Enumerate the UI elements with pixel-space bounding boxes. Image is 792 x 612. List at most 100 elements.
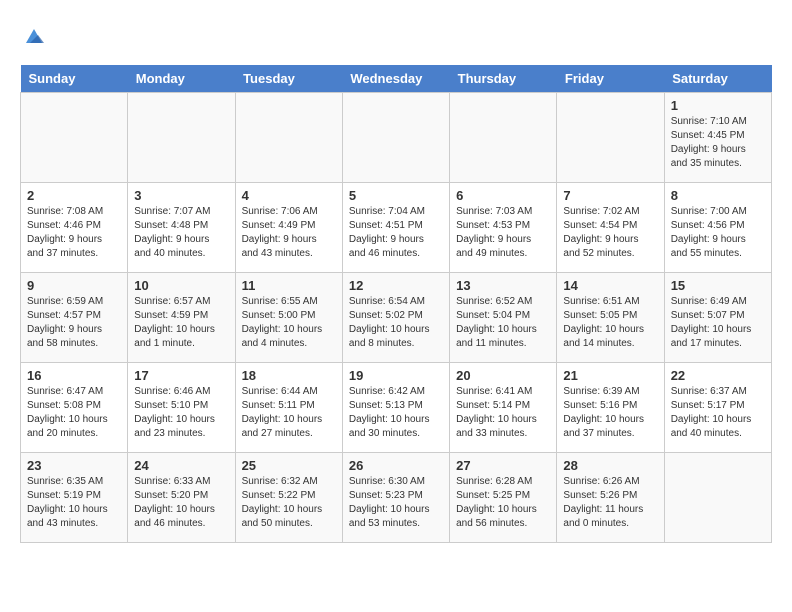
calendar-week-5: 23 Sunrise: 6:35 AMSunset: 5:19 PMDayligh… (21, 453, 772, 543)
day-number: 2 (27, 188, 121, 203)
day-number: 9 (27, 278, 121, 293)
day-info: Sunrise: 6:44 AMSunset: 5:11 PMDaylight:… (242, 385, 336, 441)
day-info: Sunrise: 6:51 AMSunset: 5:05 PMDaylight:… (563, 295, 657, 351)
day-number: 3 (134, 188, 228, 203)
calendar-cell: 14Sunrise: 6:51 AMSunset: 5:05 PMDayligh… (557, 273, 664, 363)
calendar-header: SundayMondayTuesdayWednesdayThursdayFrid… (21, 65, 772, 93)
day-number: 25 (242, 458, 336, 473)
calendar-cell: 6 Sunrise: 7:03 AMSunset: 4:53 PMDaylight… (450, 183, 557, 273)
weekday-friday: Friday (557, 65, 664, 93)
day-number: 21 (563, 368, 657, 383)
calendar-cell: 20 Sunrise: 6:41 AMSunset: 5:14 PMDayligh… (450, 363, 557, 453)
day-number: 12 (349, 278, 443, 293)
calendar-cell: 4Sunrise: 7:06 AMSunset: 4:49 PMDaylight… (235, 183, 342, 273)
day-info: Sunrise: 6:37 AMSunset: 5:17 PMDaylight:… (671, 385, 765, 441)
day-number: 5 (349, 188, 443, 203)
calendar-cell (128, 93, 235, 183)
day-info: Sunrise: 7:04 AMSunset: 4:51 PMDaylight:… (349, 205, 443, 261)
day-info: Sunrise: 7:02 AMSunset: 4:54 PMDaylight:… (563, 205, 657, 261)
weekday-header-row: SundayMondayTuesdayWednesdayThursdayFrid… (21, 65, 772, 93)
calendar-cell: 12 Sunrise: 6:54 AMSunset: 5:02 PMDayligh… (342, 273, 449, 363)
day-info: Sunrise: 6:52 AMSunset: 5:04 PMDaylight:… (456, 295, 550, 351)
calendar-cell: 15Sunrise: 6:49 AMSunset: 5:07 PMDayligh… (664, 273, 771, 363)
day-number: 19 (349, 368, 443, 383)
calendar-cell: 24Sunrise: 6:33 AMSunset: 5:20 PMDayligh… (128, 453, 235, 543)
day-info: Sunrise: 6:41 AMSunset: 5:14 PMDaylight:… (456, 385, 550, 441)
calendar-week-4: 16 Sunrise: 6:47 AMSunset: 5:08 PMDayligh… (21, 363, 772, 453)
day-number: 13 (456, 278, 550, 293)
day-info: Sunrise: 7:07 AMSunset: 4:48 PMDaylight:… (134, 205, 228, 261)
calendar-cell: 27Sunrise: 6:28 AMSunset: 5:25 PMDayligh… (450, 453, 557, 543)
day-number: 24 (134, 458, 228, 473)
day-info: Sunrise: 6:59 AMSunset: 4:57 PMDaylight:… (27, 295, 121, 351)
day-number: 20 (456, 368, 550, 383)
day-number: 11 (242, 278, 336, 293)
calendar-cell (450, 93, 557, 183)
calendar-cell: 1Sunrise: 7:10 AMSunset: 4:45 PMDaylight… (664, 93, 771, 183)
calendar-cell: 21 Sunrise: 6:39 AMSunset: 5:16 PMDayligh… (557, 363, 664, 453)
day-info: Sunrise: 6:26 AMSunset: 5:26 PMDaylight:… (563, 475, 657, 531)
calendar-week-2: 2Sunrise: 7:08 AMSunset: 4:46 PMDaylight… (21, 183, 772, 273)
calendar-body: 1Sunrise: 7:10 AMSunset: 4:45 PMDaylight… (21, 93, 772, 543)
day-info: Sunrise: 6:55 AMSunset: 5:00 PMDaylight:… (242, 295, 336, 351)
day-number: 16 (27, 368, 121, 383)
calendar-cell: 26 Sunrise: 6:30 AMSunset: 5:23 PMDayligh… (342, 453, 449, 543)
weekday-wednesday: Wednesday (342, 65, 449, 93)
weekday-monday: Monday (128, 65, 235, 93)
weekday-sunday: Sunday (21, 65, 128, 93)
day-number: 1 (671, 98, 765, 113)
day-info: Sunrise: 6:30 AMSunset: 5:23 PMDaylight:… (349, 475, 443, 531)
calendar-cell: 11 Sunrise: 6:55 AMSunset: 5:00 PMDayligh… (235, 273, 342, 363)
day-info: Sunrise: 6:32 AMSunset: 5:22 PMDaylight:… (242, 475, 336, 531)
weekday-tuesday: Tuesday (235, 65, 342, 93)
logo (20, 25, 46, 55)
day-number: 18 (242, 368, 336, 383)
calendar-cell (664, 453, 771, 543)
day-info: Sunrise: 6:39 AMSunset: 5:16 PMDaylight:… (563, 385, 657, 441)
day-number: 8 (671, 188, 765, 203)
calendar-cell: 23 Sunrise: 6:35 AMSunset: 5:19 PMDayligh… (21, 453, 128, 543)
day-number: 23 (27, 458, 121, 473)
calendar-cell: 16 Sunrise: 6:47 AMSunset: 5:08 PMDayligh… (21, 363, 128, 453)
day-info: Sunrise: 6:42 AMSunset: 5:13 PMDaylight:… (349, 385, 443, 441)
day-number: 4 (242, 188, 336, 203)
day-info: Sunrise: 6:46 AMSunset: 5:10 PMDaylight:… (134, 385, 228, 441)
calendar-cell: 3 Sunrise: 7:07 AMSunset: 4:48 PMDaylight… (128, 183, 235, 273)
calendar-cell: 22 Sunrise: 6:37 AMSunset: 5:17 PMDayligh… (664, 363, 771, 453)
page-header (20, 20, 772, 55)
calendar-cell: 5 Sunrise: 7:04 AMSunset: 4:51 PMDaylight… (342, 183, 449, 273)
day-info: Sunrise: 6:54 AMSunset: 5:02 PMDaylight:… (349, 295, 443, 351)
calendar-cell: 7 Sunrise: 7:02 AMSunset: 4:54 PMDaylight… (557, 183, 664, 273)
calendar-cell: 28 Sunrise: 6:26 AMSunset: 5:26 PMDayligh… (557, 453, 664, 543)
day-info: Sunrise: 6:35 AMSunset: 5:19 PMDaylight:… (27, 475, 121, 531)
day-number: 27 (456, 458, 550, 473)
calendar-cell: 19 Sunrise: 6:42 AMSunset: 5:13 PMDayligh… (342, 363, 449, 453)
calendar-table: SundayMondayTuesdayWednesdayThursdayFrid… (20, 65, 772, 543)
day-number: 7 (563, 188, 657, 203)
day-number: 28 (563, 458, 657, 473)
weekday-saturday: Saturday (664, 65, 771, 93)
calendar-cell: 9 Sunrise: 6:59 AMSunset: 4:57 PMDaylight… (21, 273, 128, 363)
calendar-cell: 8 Sunrise: 7:00 AMSunset: 4:56 PMDaylight… (664, 183, 771, 273)
day-number: 6 (456, 188, 550, 203)
calendar-cell: 18 Sunrise: 6:44 AMSunset: 5:11 PMDayligh… (235, 363, 342, 453)
calendar-cell (235, 93, 342, 183)
day-info: Sunrise: 6:57 AMSunset: 4:59 PMDaylight:… (134, 295, 228, 351)
logo-icon (22, 25, 46, 49)
day-info: Sunrise: 7:03 AMSunset: 4:53 PMDaylight:… (456, 205, 550, 261)
day-number: 10 (134, 278, 228, 293)
day-info: Sunrise: 6:49 AMSunset: 5:07 PMDaylight:… (671, 295, 765, 351)
calendar-cell: 17 Sunrise: 6:46 AMSunset: 5:10 PMDayligh… (128, 363, 235, 453)
day-info: Sunrise: 7:00 AMSunset: 4:56 PMDaylight:… (671, 205, 765, 261)
calendar-cell: 25 Sunrise: 6:32 AMSunset: 5:22 PMDayligh… (235, 453, 342, 543)
day-info: Sunrise: 6:47 AMSunset: 5:08 PMDaylight:… (27, 385, 121, 441)
day-number: 22 (671, 368, 765, 383)
calendar-cell (557, 93, 664, 183)
calendar-cell: 10 Sunrise: 6:57 AMSunset: 4:59 PMDayligh… (128, 273, 235, 363)
calendar-cell (21, 93, 128, 183)
day-number: 17 (134, 368, 228, 383)
calendar-week-1: 1Sunrise: 7:10 AMSunset: 4:45 PMDaylight… (21, 93, 772, 183)
calendar-cell (342, 93, 449, 183)
day-number: 26 (349, 458, 443, 473)
calendar-cell: 13 Sunrise: 6:52 AMSunset: 5:04 PMDayligh… (450, 273, 557, 363)
